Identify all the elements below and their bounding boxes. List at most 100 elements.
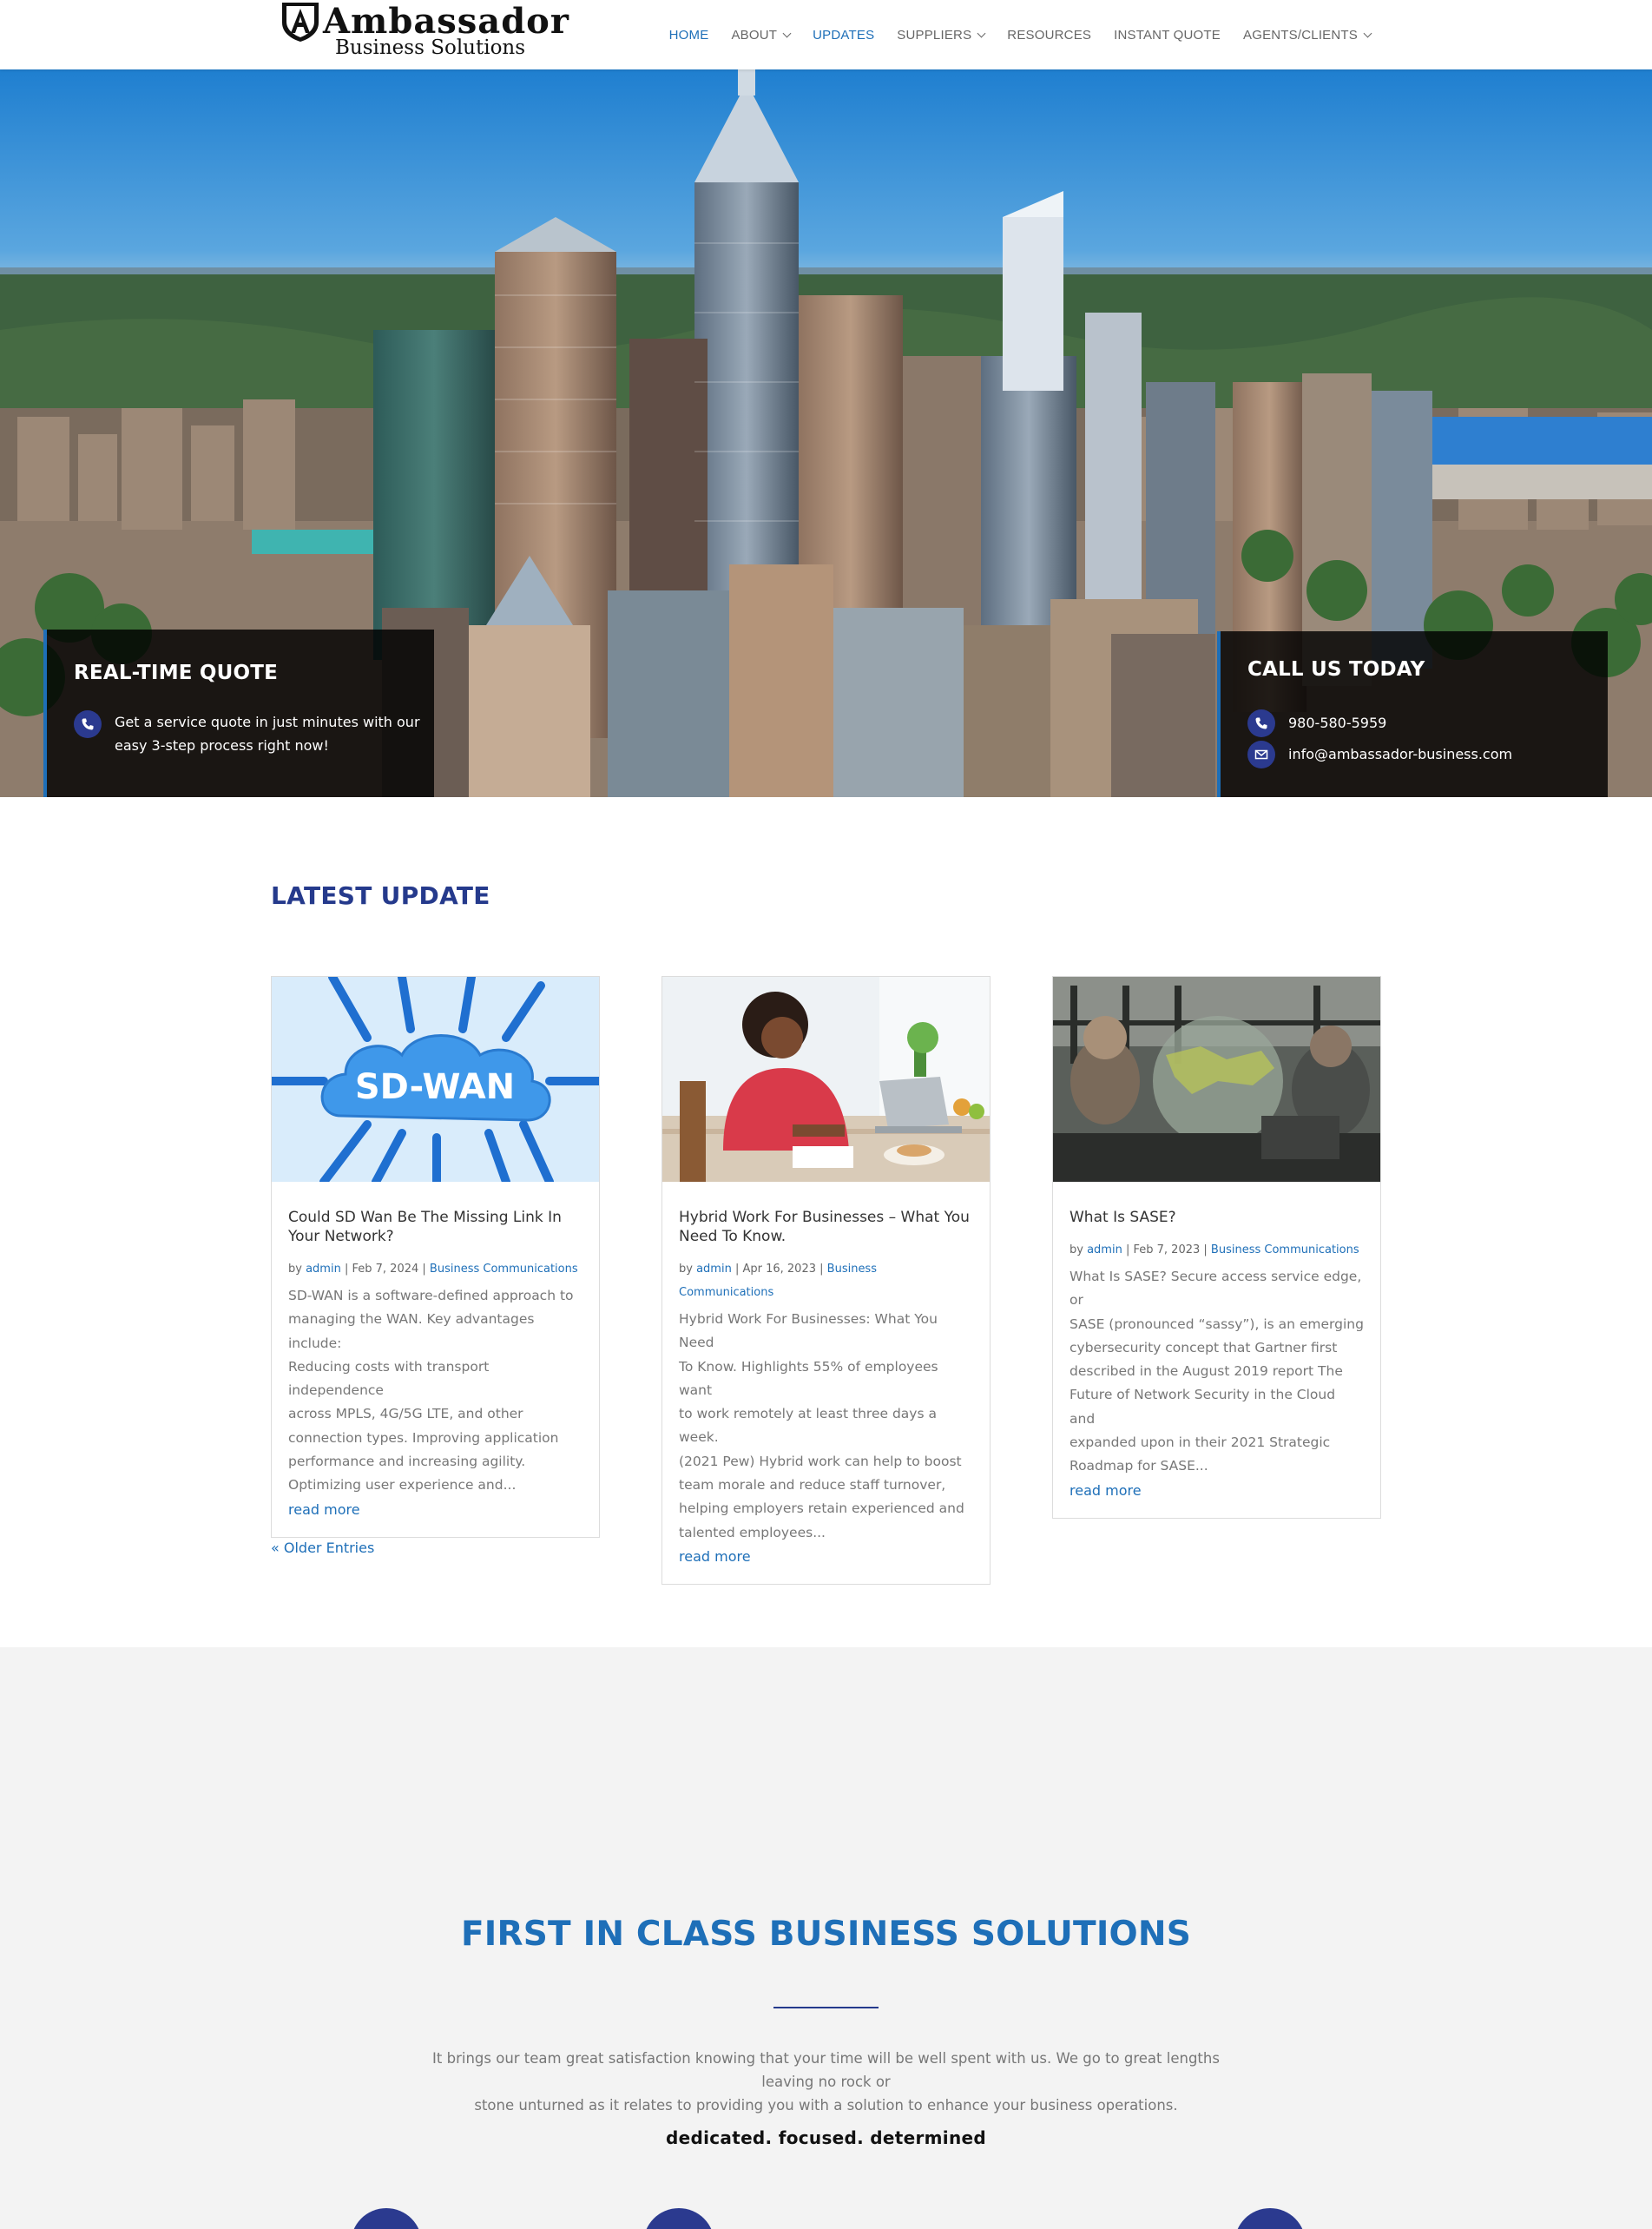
post-author-link[interactable]: admin <box>306 1263 341 1276</box>
excerpt-line: talented employees... <box>679 1524 826 1540</box>
first-in-class-tagline: dedicated. focused. determined <box>666 2127 986 2148</box>
excerpt-line: described in the August 2019 report The <box>1070 1363 1343 1380</box>
read-more-link[interactable]: read more <box>679 1545 973 1568</box>
site-logo[interactable]: Ambassador Business Solutions <box>280 0 569 63</box>
first-in-class-line: It brings our team great satisfaction kn… <box>432 2050 1220 2090</box>
excerpt-line: connection types. Improving application <box>288 1429 559 1446</box>
post-category-link[interactable]: Business Communications <box>430 1263 578 1276</box>
post-thumbnail[interactable] <box>1053 977 1380 1182</box>
call-us-title: CALL US TODAY <box>1247 658 1425 681</box>
realtime-quote-line2: easy 3-step process right now! <box>115 737 329 754</box>
excerpt-line: SD-WAN is a software-defined approach to <box>288 1288 574 1303</box>
post-title[interactable]: Could SD Wan Be The Missing Link In Your… <box>288 1208 582 1246</box>
excerpt-line: across MPLS, 4G/5G LTE, and other <box>288 1406 523 1422</box>
post-excerpt: Hybrid Work For Businesses: What You Nee… <box>679 1308 973 1545</box>
post-card: SD-WAN Could SD Wan Be The Missing Link … <box>271 976 600 1538</box>
chevron-down-icon <box>1363 29 1372 37</box>
post-thumbnail[interactable]: SD-WAN <box>272 977 599 1182</box>
realtime-quote-title: REAL-TIME QUOTE <box>74 662 279 684</box>
nav-updates[interactable]: UPDATES <box>801 28 885 43</box>
excerpt-line: Optimizing user experience and... <box>288 1477 517 1494</box>
realtime-quote-text: Get a service quote in just minutes with… <box>115 710 420 757</box>
chevron-down-icon <box>977 29 986 37</box>
realtime-quote-panel[interactable]: REAL-TIME QUOTE Get a service quote in j… <box>43 630 434 797</box>
read-more-link[interactable]: read more <box>288 1498 582 1521</box>
first-in-class-line: stone unturned as it relates to providin… <box>474 2097 1178 2114</box>
post-date: Feb 7, 2023 <box>1133 1243 1201 1256</box>
excerpt-line: Reducing costs with transport independen… <box>288 1358 490 1399</box>
post-card: Hybrid Work For Businesses – What You Ne… <box>661 976 991 1585</box>
post-title-line: Could SD Wan Be The Missing Link In <box>288 1209 562 1226</box>
post-category-link[interactable]: Communications <box>679 1281 973 1304</box>
sase-network-image <box>1053 977 1380 1182</box>
first-in-class-text: It brings our team great satisfaction kn… <box>408 2047 1244 2117</box>
nav-home-label: HOME <box>668 27 709 43</box>
nav-about[interactable]: ABOUT <box>720 28 801 43</box>
post-title-line: Need To Know. <box>679 1228 787 1245</box>
phone-icon <box>74 710 102 738</box>
nav-agents-clients[interactable]: AGENTS/CLIENTS <box>1232 28 1382 43</box>
excerpt-line: What Is SASE? Secure access service edge… <box>1070 1269 1362 1309</box>
excerpt-line: SASE (pronounced “sassy”), is an emergin… <box>1070 1316 1364 1332</box>
envelope-icon <box>1247 741 1275 768</box>
call-phone-number[interactable]: 980-580-5959 <box>1288 711 1386 735</box>
nav-suppliers-label: SUPPLIERS <box>897 27 972 43</box>
chevron-down-icon <box>782 29 792 37</box>
post-by: by <box>679 1263 693 1276</box>
post-title-line: Hybrid Work For Businesses – What You <box>679 1209 970 1226</box>
nav-about-label: ABOUT <box>731 27 778 43</box>
post-meta: by admin | Apr 16, 2023 | Business Commu… <box>679 1257 973 1304</box>
hero-banner: REAL-TIME QUOTE Get a service quote in j… <box>0 69 1652 797</box>
logo-tagline: Business Solutions <box>335 36 526 59</box>
excerpt-line: (2021 Pew) Hybrid work can help to boost <box>679 1453 962 1469</box>
excerpt-line: Roadmap for SASE... <box>1070 1458 1208 1474</box>
post-meta: by admin | Feb 7, 2023 | Business Commun… <box>1070 1243 1359 1256</box>
shield-logo-icon <box>282 3 319 42</box>
excerpt-line: performance and increasing agility. <box>288 1454 526 1470</box>
post-date: Apr 16, 2023 <box>742 1263 816 1276</box>
post-by: by <box>288 1263 302 1276</box>
excerpt-line: helping employers retain experienced and <box>679 1500 964 1517</box>
post-excerpt: What Is SASE? Secure access service edge… <box>1070 1265 1364 1479</box>
post-meta: by admin | Feb 7, 2024 | Business Commun… <box>288 1263 578 1276</box>
call-email-address[interactable]: info@ambassador-business.com <box>1288 742 1512 766</box>
excerpt-line: expanded upon in their 2021 Strategic <box>1070 1434 1331 1451</box>
post-title[interactable]: Hybrid Work For Businesses – What You Ne… <box>679 1208 973 1246</box>
nav-home[interactable]: HOME <box>658 28 721 43</box>
main-nav: HOME ABOUT UPDATES SUPPLIERS RESOURCES I… <box>658 0 1382 69</box>
excerpt-line: managing the WAN. Key advantages include… <box>288 1311 535 1351</box>
excerpt-line: Future of Network Security in the Cloud … <box>1070 1387 1336 1427</box>
nav-agents-clients-label: AGENTS/CLIENTS <box>1243 27 1358 43</box>
nav-resources-label: RESOURCES <box>1007 27 1092 43</box>
sdwan-image-label: SD-WAN <box>355 1067 515 1107</box>
nav-instant-quote[interactable]: INSTANT QUOTE <box>1102 28 1232 43</box>
nav-suppliers[interactable]: SUPPLIERS <box>885 28 996 43</box>
nav-instant-quote-label: INSTANT QUOTE <box>1114 27 1221 43</box>
post-date: Feb 7, 2024 <box>352 1263 419 1276</box>
post-author-link[interactable]: admin <box>696 1263 732 1276</box>
excerpt-line: team morale and reduce staff turnover, <box>679 1477 946 1494</box>
post-thumbnail[interactable] <box>662 977 990 1182</box>
older-entries-link[interactable]: « Older Entries <box>271 1540 374 1556</box>
post-title[interactable]: What Is SASE? <box>1070 1208 1364 1227</box>
post-card: What Is SASE? by admin | Feb 7, 2023 | B… <box>1052 976 1381 1519</box>
post-author-link[interactable]: admin <box>1087 1243 1122 1256</box>
post-title-line: What Is SASE? <box>1070 1209 1176 1226</box>
site-header: Ambassador Business Solutions HOME ABOUT… <box>0 0 1652 69</box>
nav-updates-label: UPDATES <box>813 27 875 43</box>
call-us-panel: CALL US TODAY 980-580-5959 info@ambassad… <box>1217 631 1608 797</box>
excerpt-line: cybersecurity concept that Gartner first <box>1070 1339 1338 1355</box>
post-by: by <box>1070 1243 1083 1256</box>
post-excerpt: SD-WAN is a software-defined approach to… <box>288 1284 582 1498</box>
nav-resources[interactable]: RESOURCES <box>996 28 1102 43</box>
read-more-link[interactable]: read more <box>1070 1479 1364 1502</box>
excerpt-line: To Know. Highlights 55% of employees wan… <box>679 1358 938 1398</box>
post-category-link[interactable]: Business <box>827 1263 877 1276</box>
phone-icon <box>1247 709 1275 737</box>
latest-update-heading: LATEST UPDATE <box>271 881 490 910</box>
section-divider <box>773 2007 879 2008</box>
post-category-link[interactable]: Business Communications <box>1211 1243 1359 1256</box>
excerpt-line: Hybrid Work For Businesses: What You Nee… <box>679 1311 938 1351</box>
first-in-class-heading: FIRST IN CLASS BUSINESS SOLUTIONS <box>460 1915 1192 1954</box>
realtime-quote-line1: Get a service quote in just minutes with… <box>115 714 420 730</box>
